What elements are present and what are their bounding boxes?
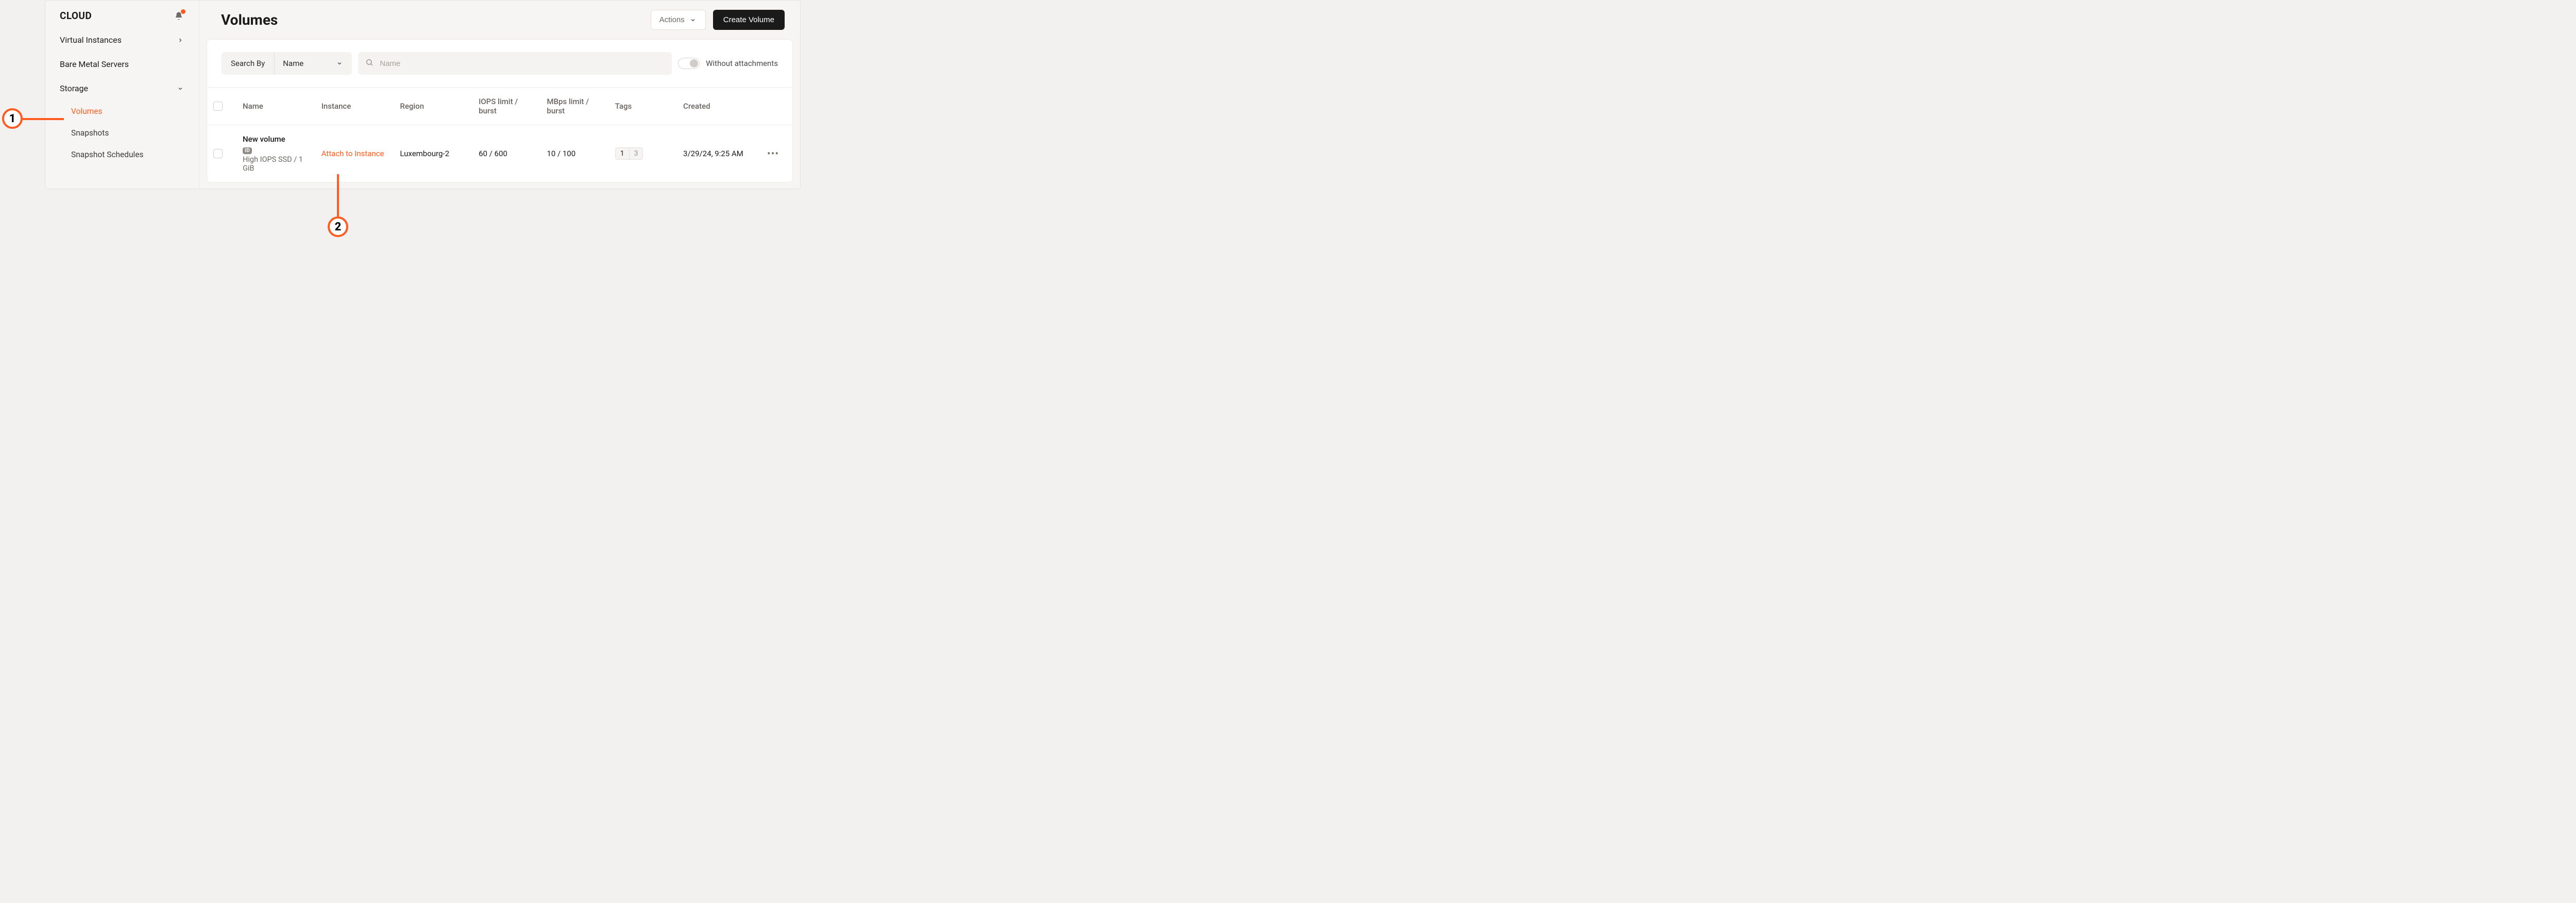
- callout-number: 2: [335, 221, 342, 233]
- actions-dropdown[interactable]: Actions: [651, 10, 706, 30]
- search-by-prefix: Search By: [222, 52, 275, 75]
- main-content: Volumes Actions Create Volume Search By: [199, 1, 800, 189]
- callout-1-line: [23, 118, 64, 120]
- app-frame: CLOUD Virtual Instances Bare Metal Serve…: [45, 0, 801, 189]
- volume-name: New volume: [243, 135, 285, 144]
- callout-1: 1: [2, 108, 23, 129]
- col-instance[interactable]: Instance: [315, 88, 394, 125]
- col-tags[interactable]: Tags: [609, 88, 677, 125]
- volume-region: Luxembourg-2: [394, 125, 472, 182]
- col-mbps[interactable]: MBps limit / burst: [540, 88, 608, 125]
- tag-count-secondary: 3: [629, 148, 643, 159]
- chevron-down-icon: [176, 85, 184, 93]
- sidebar-item-snapshot-schedules[interactable]: Snapshot Schedules: [71, 144, 199, 165]
- attach-to-instance-link[interactable]: Attach to Instance: [321, 149, 384, 158]
- volume-subtitle: High IOPS SSD / 1 GiB: [243, 155, 309, 173]
- volume-iops: 60 / 600: [472, 125, 540, 182]
- sidebar-item-label: Snapshot Schedules: [71, 150, 144, 159]
- table-row: New volume ID High IOPS SSD / 1 GiB Atta…: [207, 125, 792, 182]
- sidebar-item-label: Storage: [60, 83, 88, 93]
- without-attachments-toggle[interactable]: [678, 58, 700, 69]
- sidebar-item-label: Snapshots: [71, 128, 109, 138]
- chevron-right-icon: [176, 36, 184, 44]
- tag-count-primary: 1: [616, 148, 629, 159]
- row-actions-menu[interactable]: •••: [767, 147, 779, 160]
- toggle-knob-icon: [690, 59, 698, 68]
- without-attachments-toggle-group: Without attachments: [678, 58, 778, 69]
- col-created[interactable]: Created: [677, 88, 761, 125]
- sidebar-title: CLOUD: [60, 10, 92, 22]
- volume-created: 3/29/24, 9:25 AM: [677, 125, 761, 182]
- filter-bar: Search By Name: [207, 40, 792, 87]
- sidebar-item-label: Virtual Instances: [60, 35, 122, 45]
- tags-badge[interactable]: 1 3: [615, 147, 643, 160]
- search-by-group: Search By Name: [222, 52, 352, 75]
- search-input-wrap: [358, 52, 672, 75]
- callout-number: 1: [9, 112, 16, 125]
- actions-label: Actions: [659, 15, 685, 24]
- page-title: Volumes: [221, 11, 278, 28]
- notification-dot-icon: [181, 9, 185, 14]
- sidebar-item-snapshots[interactable]: Snapshots: [71, 122, 199, 144]
- sidebar-item-label: Volumes: [71, 107, 103, 116]
- more-horizontal-icon: •••: [767, 147, 779, 160]
- search-by-field-select[interactable]: Name: [275, 52, 352, 75]
- create-volume-button[interactable]: Create Volume: [713, 10, 785, 30]
- volumes-table: Name Instance Region IOPS limit / burst …: [207, 87, 792, 182]
- chevron-down-icon: [689, 16, 697, 24]
- sidebar-item-volumes[interactable]: Volumes: [71, 101, 199, 122]
- col-region[interactable]: Region: [394, 88, 472, 125]
- sidebar-header: CLOUD: [45, 10, 199, 28]
- volumes-panel: Search By Name: [207, 39, 793, 182]
- row-checkbox[interactable]: [213, 149, 223, 158]
- sidebar-item-virtual-instances[interactable]: Virtual Instances: [45, 28, 199, 52]
- col-name[interactable]: Name: [236, 88, 315, 125]
- notifications-bell[interactable]: [173, 10, 184, 22]
- volume-mbps: 10 / 100: [540, 125, 608, 182]
- sidebar: CLOUD Virtual Instances Bare Metal Serve…: [45, 1, 199, 189]
- chevron-down-icon: [335, 59, 344, 68]
- volume-name-row[interactable]: New volume: [243, 135, 309, 144]
- callout-2-line: [337, 174, 339, 216]
- col-iops[interactable]: IOPS limit / burst: [472, 88, 540, 125]
- search-input[interactable]: [380, 59, 665, 68]
- select-all-checkbox[interactable]: [213, 102, 223, 111]
- search-by-field-value: Name: [283, 59, 303, 68]
- sidebar-item-label: Bare Metal Servers: [60, 59, 129, 69]
- sidebar-storage-submenu: Volumes Snapshots Snapshot Schedules: [45, 101, 199, 165]
- table-header: Name Instance Region IOPS limit / burst …: [207, 88, 792, 125]
- sidebar-item-storage[interactable]: Storage: [45, 76, 199, 101]
- callout-2: 2: [328, 216, 348, 237]
- sidebar-item-bare-metal[interactable]: Bare Metal Servers: [45, 52, 199, 76]
- page-header: Volumes Actions Create Volume: [199, 1, 800, 39]
- id-badge[interactable]: ID: [243, 147, 252, 154]
- without-attachments-label: Without attachments: [706, 59, 778, 68]
- search-icon: [365, 58, 374, 69]
- page-header-actions: Actions Create Volume: [651, 10, 785, 30]
